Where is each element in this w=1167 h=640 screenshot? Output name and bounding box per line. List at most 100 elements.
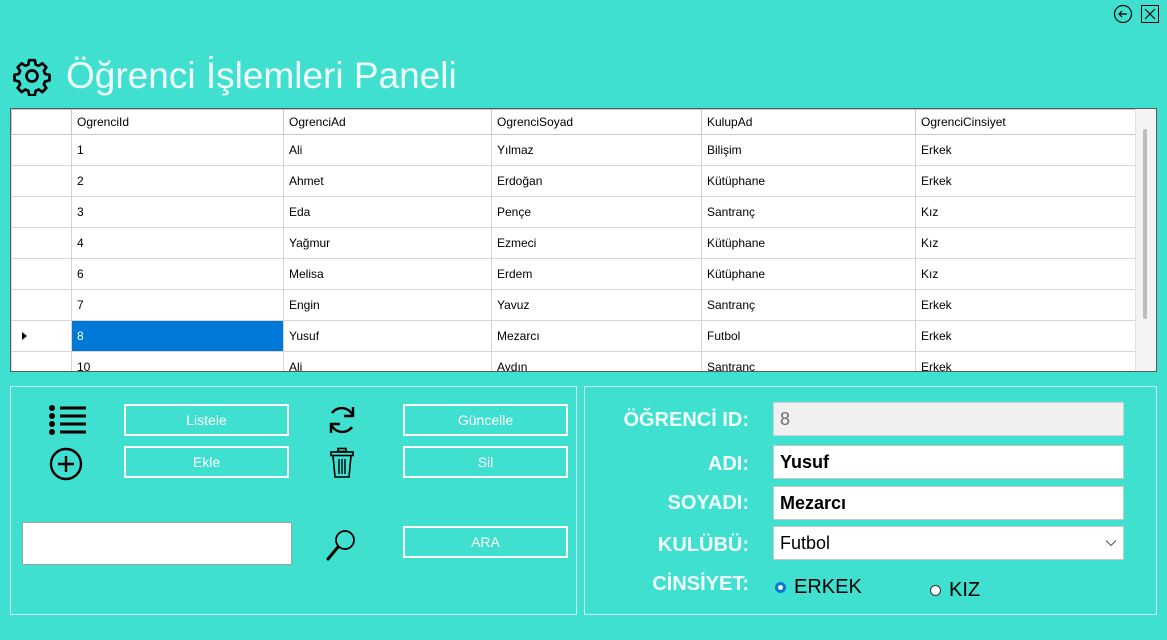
- cell-surname[interactable]: Yılmaz: [491, 134, 702, 166]
- cell-name[interactable]: Ahmet: [283, 165, 492, 197]
- cell-name[interactable]: Melisa: [283, 258, 492, 290]
- row-header[interactable]: [11, 227, 72, 259]
- gender-radio-kiz[interactable]: KIZ: [930, 579, 980, 602]
- magnifier-icon: [324, 527, 358, 563]
- cell-gender[interactable]: Erkek: [915, 320, 1136, 352]
- surname-field[interactable]: Mezarcı: [773, 486, 1124, 520]
- list-icon: [46, 402, 90, 438]
- row-header[interactable]: [11, 165, 72, 197]
- column-header[interactable]: KulupAd: [701, 109, 916, 135]
- cell-id[interactable]: 1: [71, 134, 284, 166]
- row-header[interactable]: [11, 320, 72, 352]
- update-button[interactable]: Güncelle: [403, 404, 568, 436]
- title-bar: Öğrenci İşlemleri Paneli: [12, 48, 457, 104]
- cell-surname[interactable]: Aydın: [491, 351, 702, 371]
- gender-radio-erkek[interactable]: ERKEK: [775, 576, 862, 599]
- table-row[interactable]: 1 Ali Yılmaz Bilişim Erkek: [11, 134, 1136, 166]
- cell-club[interactable]: Santranç: [701, 351, 916, 371]
- club-dropdown[interactable]: Futbol: [773, 526, 1124, 560]
- search-input[interactable]: [22, 522, 292, 565]
- refresh-icon: [324, 402, 360, 438]
- row-header[interactable]: [11, 258, 72, 290]
- cell-id[interactable]: 8: [71, 320, 284, 352]
- row-header[interactable]: [11, 289, 72, 321]
- plus-circle-icon: [46, 446, 86, 482]
- cell-club[interactable]: Bilişim: [701, 134, 916, 166]
- cell-id[interactable]: 10: [71, 351, 284, 371]
- cell-id[interactable]: 4: [71, 227, 284, 259]
- delete-button[interactable]: Sil: [403, 446, 568, 478]
- table-row[interactable]: 7 Engin Yavuz Santranç Erkek: [11, 289, 1136, 321]
- cell-gender[interactable]: Erkek: [915, 134, 1136, 166]
- radio-selected-icon: [775, 582, 786, 593]
- cell-club[interactable]: Kütüphane: [701, 165, 916, 197]
- cell-name[interactable]: Yusuf: [283, 320, 492, 352]
- row-header-corner: [11, 109, 72, 135]
- cell-gender[interactable]: Kız: [915, 196, 1136, 228]
- cell-surname[interactable]: Pençe: [491, 196, 702, 228]
- cell-name[interactable]: Eda: [283, 196, 492, 228]
- table-row[interactable]: 10 Ali Aydın Santranç Erkek: [11, 351, 1136, 371]
- add-button[interactable]: Ekle: [124, 446, 289, 478]
- scrollbar-thumb[interactable]: [1143, 129, 1147, 319]
- vertical-scrollbar[interactable]: [1135, 109, 1156, 371]
- id-label: ÖĞRENCİ ID:: [623, 409, 749, 431]
- cell-club[interactable]: Futbol: [701, 320, 916, 352]
- cell-gender[interactable]: Kız: [915, 258, 1136, 290]
- cell-id[interactable]: 7: [71, 289, 284, 321]
- cell-name[interactable]: Ali: [283, 134, 492, 166]
- cell-id[interactable]: 2: [71, 165, 284, 197]
- cell-surname[interactable]: Mezarcı: [491, 320, 702, 352]
- cell-gender[interactable]: Kız: [915, 227, 1136, 259]
- gender-label: CİNSİYET:: [652, 573, 749, 595]
- chevron-down-icon: [1105, 540, 1117, 547]
- table-row[interactable]: 6 Melisa Erdem Kütüphane Kız: [11, 258, 1136, 290]
- grid-header-row: OgrenciId OgrenciAd OgrenciSoyad KulupAd…: [11, 109, 1136, 135]
- back-arrow-icon: [1113, 4, 1133, 24]
- radio-label: KIZ: [949, 579, 981, 601]
- radio-label: ERKEK: [794, 576, 862, 598]
- row-header[interactable]: [11, 351, 72, 371]
- cell-club[interactable]: Kütüphane: [701, 227, 916, 259]
- surname-label: SOYADI:: [667, 492, 749, 514]
- row-header[interactable]: [11, 196, 72, 228]
- students-grid[interactable]: OgrenciId OgrenciAd OgrenciSoyad KulupAd…: [10, 108, 1157, 372]
- cell-club[interactable]: Santranç: [701, 289, 916, 321]
- cell-id[interactable]: 6: [71, 258, 284, 290]
- name-field[interactable]: Yusuf: [773, 445, 1124, 479]
- cell-id[interactable]: 3: [71, 196, 284, 228]
- cell-name[interactable]: Engin: [283, 289, 492, 321]
- cell-surname[interactable]: Ezmeci: [491, 227, 702, 259]
- id-field: 8: [773, 402, 1124, 436]
- cell-surname[interactable]: Erdem: [491, 258, 702, 290]
- column-header[interactable]: OgrenciAd: [283, 109, 492, 135]
- column-header[interactable]: OgrenciCinsiyet: [915, 109, 1136, 135]
- cell-club[interactable]: Santranç: [701, 196, 916, 228]
- club-label: KULÜBÜ:: [657, 534, 749, 556]
- table-row-selected[interactable]: 8 Yusuf Mezarcı Futbol Erkek: [11, 320, 1136, 352]
- trash-icon: [328, 446, 356, 480]
- row-header[interactable]: [11, 134, 72, 166]
- cell-club[interactable]: Kütüphane: [701, 258, 916, 290]
- cell-surname[interactable]: Erdoğan: [491, 165, 702, 197]
- back-button[interactable]: [1113, 4, 1133, 24]
- current-row-arrow-icon: [22, 332, 27, 340]
- cell-gender[interactable]: Erkek: [915, 165, 1136, 197]
- cell-name[interactable]: Ali: [283, 351, 492, 371]
- table-row[interactable]: 4 Yağmur Ezmeci Kütüphane Kız: [11, 227, 1136, 259]
- column-header[interactable]: OgrenciSoyad: [491, 109, 702, 135]
- close-button[interactable]: [1140, 4, 1160, 24]
- cell-surname[interactable]: Yavuz: [491, 289, 702, 321]
- gear-icon: [13, 58, 51, 96]
- table-row[interactable]: 3 Eda Pençe Santranç Kız: [11, 196, 1136, 228]
- close-icon: [1141, 5, 1159, 23]
- club-selected-value: Futbol: [780, 532, 831, 553]
- cell-gender[interactable]: Erkek: [915, 289, 1136, 321]
- cell-name[interactable]: Yağmur: [283, 227, 492, 259]
- page-title: Öğrenci İşlemleri Paneli: [66, 55, 457, 96]
- table-row[interactable]: 2 Ahmet Erdoğan Kütüphane Erkek: [11, 165, 1136, 197]
- column-header[interactable]: OgrenciId: [71, 109, 284, 135]
- list-button[interactable]: Listele: [124, 404, 289, 436]
- search-button[interactable]: ARA: [403, 526, 568, 558]
- cell-gender[interactable]: Erkek: [915, 351, 1136, 371]
